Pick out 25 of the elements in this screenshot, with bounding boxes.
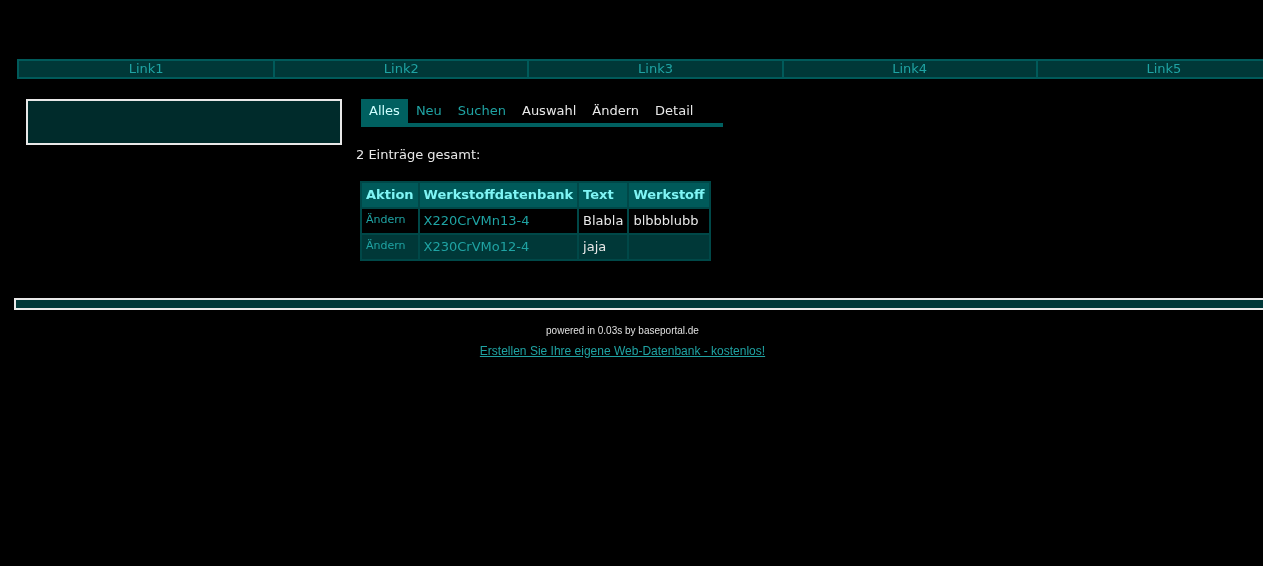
entry-count: 2 Einträge gesamt:: [356, 146, 482, 164]
table-cell[interactable]: Ändern: [362, 208, 418, 233]
promo-link[interactable]: Erstellen Sie Ihre eigene Web-Datenbank - kostenlos!: [479, 343, 766, 358]
column-header: Text: [579, 182, 628, 207]
tab[interactable]: Suchen: [449, 99, 514, 123]
column-header: Werkstoffdatenbank: [419, 182, 578, 207]
table-cell: Blabla: [579, 208, 628, 233]
column-header: Werkstoff: [629, 182, 709, 207]
powered-by-text: powered in 0.03s by baseportal.de: [545, 323, 700, 338]
nav-link[interactable]: Link4: [781, 61, 1036, 77]
table-cell[interactable]: Ändern: [362, 234, 418, 259]
nav-link[interactable]: Link3: [527, 61, 782, 77]
tab[interactable]: Alles: [361, 99, 408, 123]
tab[interactable]: Auswahl: [514, 99, 585, 123]
nav-link[interactable]: Link1: [19, 61, 274, 77]
tab[interactable]: Ändern: [584, 99, 648, 123]
tab[interactable]: Neu: [407, 99, 450, 123]
table-cell: jaja: [579, 234, 628, 259]
table-cell[interactable]: X230CrVMo12-4: [419, 234, 578, 259]
nav-link[interactable]: Link2: [273, 61, 528, 77]
nav-link[interactable]: Link5: [1035, 61, 1263, 77]
table-cell: blbbblubb: [629, 208, 709, 233]
column-header: Aktion: [362, 182, 418, 207]
table-cell[interactable]: X220CrVMn13-4: [419, 208, 578, 233]
tab[interactable]: Detail: [647, 99, 702, 123]
